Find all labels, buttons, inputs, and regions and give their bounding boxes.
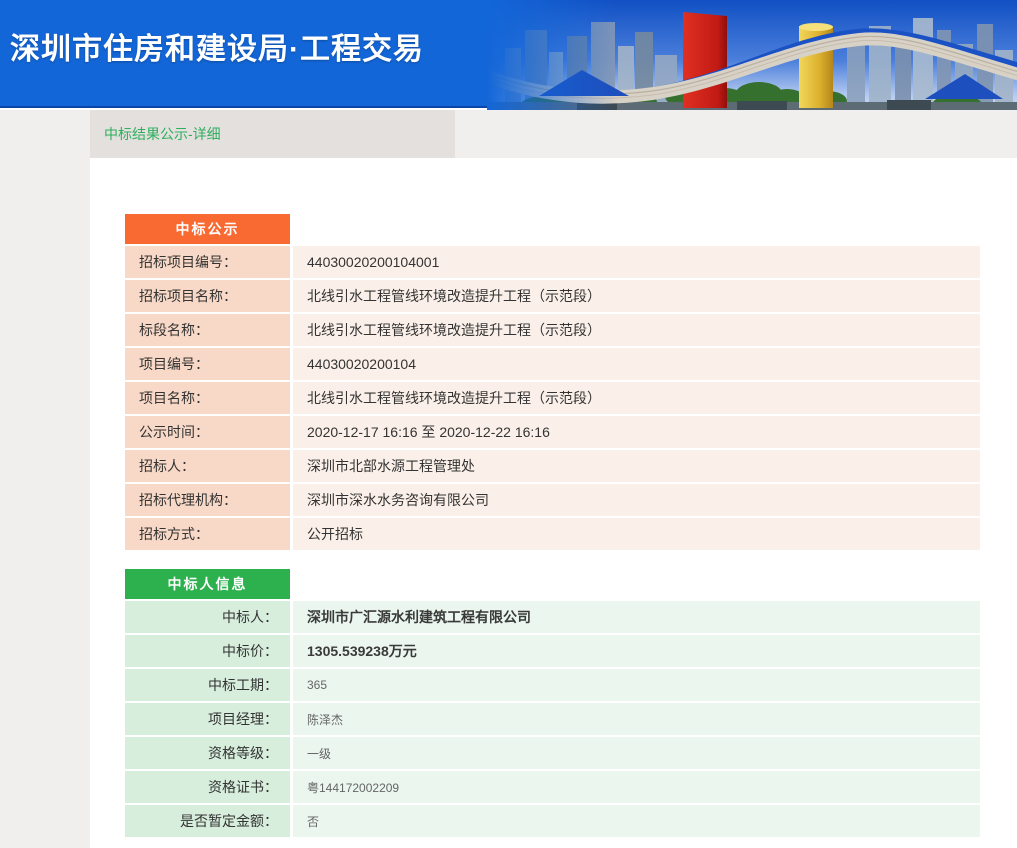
row-label: 标段名称： [125,314,290,346]
breadcrumb-band: 中标结果公示-详细 [90,110,1017,158]
row-label: 项目经理： [125,703,290,735]
row-label: 招标项目编号： [125,246,290,278]
row-value: 粤144172002209 [293,771,980,803]
site-header: 深圳市住房和建设局·工程交易 [0,0,1017,108]
winner-info-section-title: 中标人信息 [125,569,290,599]
row-label: 招标人： [125,450,290,482]
table-row: 公示时间： 2020-12-17 16:16 至 2020-12-22 16:1… [125,416,980,448]
table-row: 招标项目名称： 北线引水工程管线环境改造提升工程（示范段） [125,280,980,312]
site-title: 深圳市住房和建设局·工程交易 [10,24,424,68]
row-label: 招标代理机构： [125,484,290,516]
row-value: 否 [293,805,980,837]
table-row: 招标人： 深圳市北部水源工程管理处 [125,450,980,482]
row-value: 365 [293,669,980,701]
table-row: 项目编号： 44030020200104 [125,348,980,380]
row-value: 44030020200104001 [293,246,980,278]
breadcrumb-label: 中标结果公示-详细 [104,124,221,144]
row-value: 2020-12-17 16:16 至 2020-12-22 16:16 [293,416,980,448]
header-cityscape-image [487,0,1017,110]
table-row: 招标项目编号： 44030020200104001 [125,246,980,278]
table-row: 资格证书： 粤144172002209 [125,771,980,803]
row-label: 项目编号： [125,348,290,380]
row-value: 深圳市深水水务咨询有限公司 [293,484,980,516]
row-value: 1305.539238万元 [293,635,980,667]
winner-info-table: 中标人： 深圳市广汇源水利建筑工程有限公司 中标价： 1305.539238万元… [125,601,980,837]
row-value: 44030020200104 [293,348,980,380]
table-row: 是否暂定金额： 否 [125,805,980,837]
row-label: 招标项目名称： [125,280,290,312]
row-value: 北线引水工程管线环境改造提升工程（示范段） [293,314,980,346]
page: 深圳市住房和建设局·工程交易 [0,0,1017,848]
table-row: 招标代理机构： 深圳市深水水务咨询有限公司 [125,484,980,516]
row-label: 资格证书： [125,771,290,803]
table-row: 中标工期： 365 [125,669,980,701]
bid-announcement-section-title: 中标公示 [125,214,290,244]
row-value: 深圳市北部水源工程管理处 [293,450,980,482]
table-row: 资格等级： 一级 [125,737,980,769]
table-row: 标段名称： 北线引水工程管线环境改造提升工程（示范段） [125,314,980,346]
row-value: 陈泽杰 [293,703,980,735]
table-row: 招标方式： 公开招标 [125,518,980,550]
left-margin-strip [0,110,90,848]
row-value: 北线引水工程管线环境改造提升工程（示范段） [293,382,980,414]
row-label: 资格等级： [125,737,290,769]
row-value: 深圳市广汇源水利建筑工程有限公司 [293,601,980,633]
row-label: 中标人： [125,601,290,633]
row-value: 一级 [293,737,980,769]
breadcrumb-tab: 中标结果公示-详细 [90,110,455,158]
row-label: 项目名称： [125,382,290,414]
main-content: 中标公示 招标项目编号： 44030020200104001 招标项目名称： 北… [90,158,1017,848]
winner-info-section: 中标人信息 中标人： 深圳市广汇源水利建筑工程有限公司 中标价： 1305.53… [125,569,980,837]
row-label: 公示时间： [125,416,290,448]
row-label: 中标价： [125,635,290,667]
table-row: 项目名称： 北线引水工程管线环境改造提升工程（示范段） [125,382,980,414]
table-row: 中标人： 深圳市广汇源水利建筑工程有限公司 [125,601,980,633]
table-row: 项目经理： 陈泽杰 [125,703,980,735]
row-value: 公开招标 [293,518,980,550]
row-label: 招标方式： [125,518,290,550]
table-row: 中标价： 1305.539238万元 [125,635,980,667]
row-label: 是否暂定金额： [125,805,290,837]
row-value: 北线引水工程管线环境改造提升工程（示范段） [293,280,980,312]
bid-announcement-section: 中标公示 招标项目编号： 44030020200104001 招标项目名称： 北… [125,214,980,550]
row-label: 中标工期： [125,669,290,701]
bid-announcement-table: 招标项目编号： 44030020200104001 招标项目名称： 北线引水工程… [125,246,980,550]
